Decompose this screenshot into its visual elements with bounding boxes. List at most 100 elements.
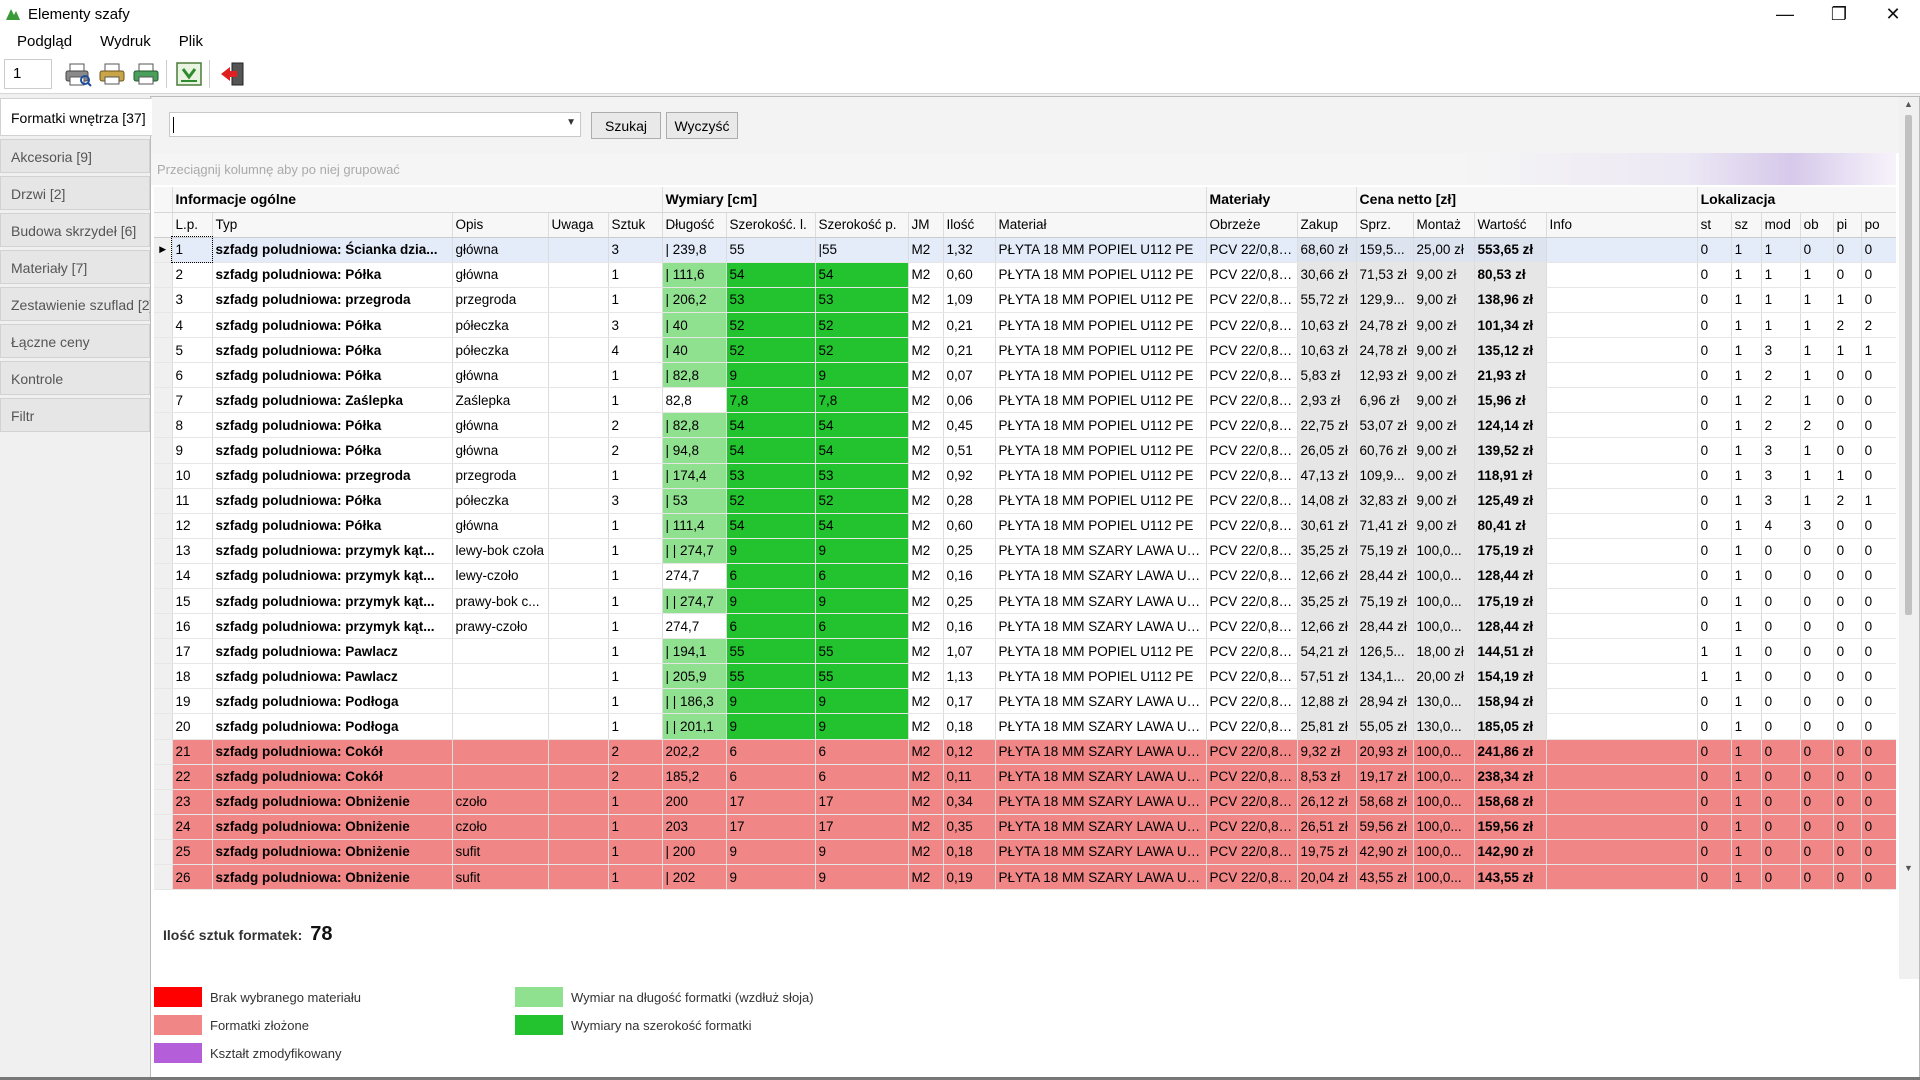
page-number-field[interactable]: 1	[4, 58, 52, 89]
cell-pi[interactable]: 0	[1833, 663, 1862, 690]
cell-sz[interactable]: 1	[1731, 839, 1762, 866]
cell-montaz[interactable]: 9,00 zł	[1413, 362, 1475, 389]
cell-lp[interactable]: 25	[172, 839, 213, 866]
cell-szer-p[interactable]: 7,8	[815, 387, 909, 414]
cell-lp[interactable]: 5	[172, 337, 213, 364]
cell-typ[interactable]: szfadg poludniowa: Pawlacz	[212, 638, 453, 665]
column-header-dlugosc[interactable]: Długość	[662, 212, 727, 238]
cell-dlugosc[interactable]: | 174,4	[662, 463, 727, 489]
cell-szer-p[interactable]: 9	[815, 362, 909, 389]
cell-sz[interactable]: 1	[1731, 789, 1762, 815]
cell-jm[interactable]: M2	[908, 513, 944, 539]
cell-opis[interactable]: prawy-czoło	[452, 613, 549, 640]
column-header-zakup[interactable]: Zakup	[1297, 212, 1357, 238]
cell-wartosc[interactable]: 159,56 zł	[1474, 814, 1547, 840]
cell-wartosc[interactable]: 128,44 zł	[1474, 613, 1547, 640]
cell-po[interactable]: 0	[1861, 412, 1896, 439]
cell-sztuk[interactable]: 1	[608, 688, 663, 715]
cell-wartosc[interactable]: 139,52 zł	[1474, 437, 1547, 464]
cell-ilosc[interactable]: 0,34	[943, 789, 996, 815]
cell-po[interactable]: 0	[1861, 688, 1896, 715]
table-row[interactable]: 21 szfadg poludniowa: Cokół 2 202,2 6 6 M2 0,12…	[154, 739, 1896, 765]
cell-ilosc[interactable]: 0,16	[943, 613, 996, 640]
row-indicator[interactable]	[154, 437, 173, 464]
cell-mod[interactable]: 0	[1761, 563, 1801, 590]
cell-montaz[interactable]: 130,0...	[1413, 688, 1475, 715]
cell-ilosc[interactable]: 0,18	[943, 713, 996, 740]
cell-sprz[interactable]: 129,9...	[1356, 287, 1414, 313]
cell-po[interactable]: 0	[1861, 287, 1896, 313]
cell-montaz[interactable]: 100,0...	[1413, 814, 1475, 840]
cell-jm[interactable]: M2	[908, 362, 944, 389]
table-row[interactable]: 11 szfadg poludniowa: Półka półeczka 3 | 53 5…	[154, 488, 1896, 514]
cell-mod[interactable]: 0	[1761, 613, 1801, 640]
cell-material[interactable]: PŁYTA 18 MM SZARY LAWA U30...	[995, 588, 1207, 615]
cell-dlugosc[interactable]: | | 201,1	[662, 713, 727, 740]
cell-obrzeze[interactable]: PCV 22/0,8 ...	[1206, 638, 1298, 665]
cell-szer-l[interactable]: 54	[726, 437, 816, 464]
cell-typ[interactable]: szfadg poludniowa: Obniżenie	[212, 864, 453, 891]
column-header-ob[interactable]: ob	[1800, 212, 1834, 238]
cell-sprz[interactable]: 55,05 zł	[1356, 713, 1414, 740]
cell-dlugosc[interactable]: | 194,1	[662, 638, 727, 665]
cell-pi[interactable]: 0	[1833, 839, 1862, 866]
cell-wartosc[interactable]: 138,96 zł	[1474, 287, 1547, 313]
cell-obrzeze[interactable]: PCV 22/0,8 ...	[1206, 362, 1298, 389]
cell-montaz[interactable]: 9,00 zł	[1413, 437, 1475, 464]
cell-lp[interactable]: 23	[172, 789, 213, 815]
cell-lp[interactable]: 11	[172, 488, 213, 514]
cell-ob[interactable]: 0	[1800, 538, 1834, 564]
cell-szer-p[interactable]: 6	[815, 613, 909, 640]
cell-opis[interactable]: lewy-czoło	[452, 563, 549, 590]
cell-szer-l[interactable]: 55	[726, 638, 816, 665]
cell-st[interactable]: 0	[1697, 312, 1732, 339]
cell-jm[interactable]: M2	[908, 588, 944, 615]
cell-mod[interactable]: 1	[1761, 287, 1801, 313]
cell-lp[interactable]: 6	[172, 362, 213, 389]
column-header-szer-l[interactable]: Szerokość. l.	[726, 212, 816, 238]
cell-zakup[interactable]: 54,21 zł	[1297, 638, 1357, 665]
cell-pi[interactable]: 0	[1833, 814, 1862, 840]
row-indicator[interactable]	[154, 739, 173, 765]
cell-szer-p[interactable]: 54	[815, 412, 909, 439]
cell-material[interactable]: PŁYTA 18 MM POPIEL U112 PE	[995, 287, 1207, 313]
cell-ob[interactable]: 1	[1800, 488, 1834, 514]
cell-jm[interactable]: M2	[908, 638, 944, 665]
cell-typ[interactable]: szfadg poludniowa: Półka	[212, 362, 453, 389]
column-header-uwaga[interactable]: Uwaga	[548, 212, 609, 238]
cell-sprz[interactable]: 24,78 zł	[1356, 312, 1414, 339]
cell-pi[interactable]: 0	[1833, 387, 1862, 414]
column-header-opis[interactable]: Opis	[452, 212, 549, 238]
cell-material[interactable]: PŁYTA 18 MM POPIEL U112 PE	[995, 463, 1207, 489]
cell-sprz[interactable]: 134,1...	[1356, 663, 1414, 690]
cell-mod[interactable]: 0	[1761, 713, 1801, 740]
cell-ob[interactable]: 0	[1800, 864, 1834, 891]
cell-info[interactable]	[1546, 688, 1698, 715]
cell-opis[interactable]: półeczka	[452, 488, 549, 514]
table-row[interactable]: 13 szfadg poludniowa: przymyk kąt... lewy-…	[154, 538, 1896, 564]
cell-lp[interactable]: 26	[172, 864, 213, 891]
cell-szer-p[interactable]: 17	[815, 789, 909, 815]
cell-pi[interactable]: 1	[1833, 287, 1862, 313]
cell-uwaga[interactable]	[548, 663, 609, 690]
cell-montaz[interactable]: 100,0...	[1413, 563, 1475, 590]
cell-sztuk[interactable]: 1	[608, 638, 663, 665]
cell-sztuk[interactable]: 1	[608, 287, 663, 313]
cell-po[interactable]: 0	[1861, 262, 1896, 288]
cell-sz[interactable]: 1	[1731, 463, 1762, 489]
column-header-pi[interactable]: pi	[1833, 212, 1862, 238]
cell-typ[interactable]: szfadg poludniowa: Półka	[212, 337, 453, 364]
cell-dlugosc[interactable]: | 200	[662, 839, 727, 866]
minimize-button[interactable]: —	[1758, 0, 1812, 28]
cell-sprz[interactable]: 53,07 zł	[1356, 412, 1414, 439]
band-wymiary[interactable]: Wymiary [cm]	[662, 187, 1207, 213]
exit-button[interactable]	[216, 58, 248, 90]
cell-montaz[interactable]: 9,00 zł	[1413, 312, 1475, 339]
cell-po[interactable]: 0	[1861, 437, 1896, 464]
cell-zakup[interactable]: 26,12 zł	[1297, 789, 1357, 815]
cell-szer-p[interactable]: 52	[815, 312, 909, 339]
cell-uwaga[interactable]	[548, 764, 609, 790]
cell-dlugosc[interactable]: 185,2	[662, 764, 727, 790]
cell-szer-p[interactable]: 53	[815, 287, 909, 313]
cell-sz[interactable]: 1	[1731, 588, 1762, 615]
